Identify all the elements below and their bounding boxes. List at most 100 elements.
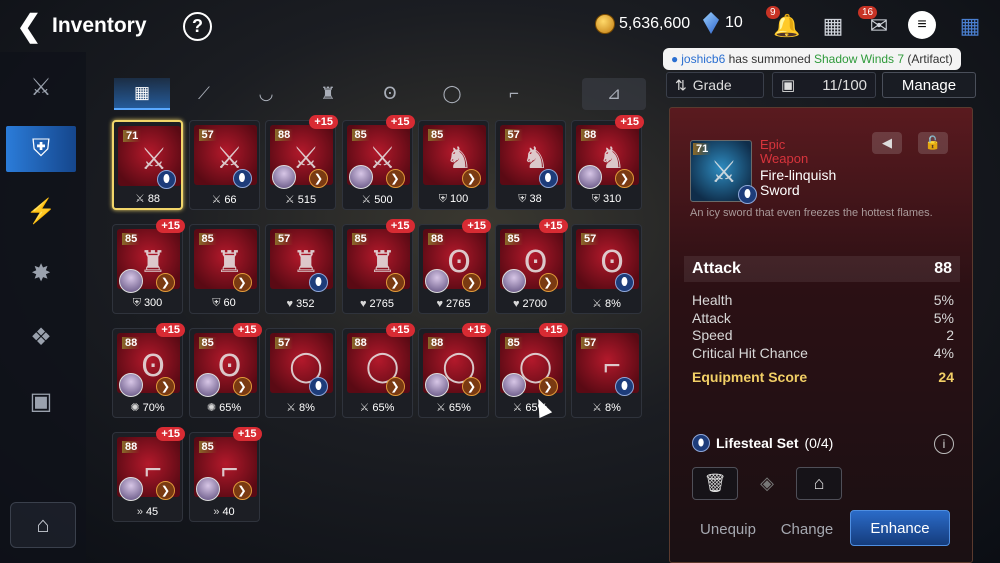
tab-helmet[interactable]: ◡ <box>238 78 294 110</box>
equipment-item[interactable]: ⚔ 57 ⬮ ⚔ 66 <box>188 120 260 210</box>
menu-grid-icon[interactable]: ▦ <box>955 11 985 41</box>
notification-icon[interactable]: 🔔 9 <box>766 6 802 41</box>
share-button[interactable]: ◀ <box>872 132 902 154</box>
tab-boots[interactable]: ⌐ <box>486 78 542 110</box>
mail-icon[interactable]: ✉ 16 <box>858 6 894 41</box>
equipment-grid: ⚔ 71 ⬮ ⚔ 88 ⚔ 57 ⬮ ⚔ 66 ⚔ 88 ❯ +15 ⚔ 515 ⚔ 85 ❯ +15 ⚔ 500 ♞ 85 ❯… <box>110 115 655 528</box>
chat-icon[interactable]: ≡ <box>908 11 936 39</box>
artifact-icon: ⚡ <box>26 197 56 225</box>
item-icon: ⚔ 57 ⬮ <box>193 125 257 188</box>
substat-label: Health <box>692 292 733 308</box>
sidebar-material[interactable]: ❖ <box>6 314 76 360</box>
set-icon: ❯ <box>309 169 328 188</box>
substat-value: 5% <box>933 292 954 308</box>
equipment-item[interactable]: ♞ 57 ⬮ ⛨ 38 <box>494 120 566 210</box>
sidebar-artifact[interactable]: ⚡ <box>6 188 76 234</box>
equipment-item[interactable]: ♞ 85 ❯ ⛨ 100 <box>418 120 489 210</box>
shop-icon[interactable]: ▦ <box>818 11 848 41</box>
substat-row: Critical Hit Chance 4% <box>692 345 954 363</box>
storage-icon: ⌂ <box>36 512 50 537</box>
stat-value: 300 <box>143 297 163 309</box>
set-icon: ❯ <box>156 377 175 396</box>
equipment-item[interactable]: ♜ 57 ⬮ ♥ 352 <box>265 224 336 314</box>
storage-button[interactable]: ⌂ <box>10 502 76 548</box>
gem-counter[interactable]: 10 <box>703 12 743 34</box>
grade-sort-button[interactable]: ⇅ Grade <box>666 72 764 98</box>
set-icon: ❯ <box>462 169 481 188</box>
stat-type-icon: ♥ <box>286 298 294 310</box>
back-arrow-icon[interactable]: ❮ <box>14 10 44 43</box>
equipment-item[interactable]: ◯ 57 ⬮ ⚔ 8% <box>265 328 336 418</box>
equipment-item[interactable]: ⌐ 57 ⬮ ⚔ 8% <box>571 328 642 418</box>
manage-button[interactable]: Manage <box>882 72 976 98</box>
enhance-button[interactable]: Enhance <box>850 510 950 546</box>
tab-weapon[interactable]: ⟋ <box>176 78 232 110</box>
tab-ring[interactable]: ◯ <box>424 78 480 110</box>
tab-all[interactable]: ▦ <box>114 78 170 110</box>
equipment-item[interactable]: ◯ 85 ❯ +15 ⚔ 65% <box>494 323 568 418</box>
detail-item-icon: 71 ⚔ ⬮ <box>690 140 757 204</box>
sell-button[interactable]: 🗑 <box>692 467 738 500</box>
equipment-item[interactable]: Ꙩ 85 ❯ +15 ♥ 2700 <box>494 219 568 314</box>
crystal-icon <box>703 12 719 34</box>
stat-type-icon: ⚔ <box>359 402 370 414</box>
equipment-item[interactable]: ⚔ 85 ❯ +15 ⚔ 500 <box>341 115 415 210</box>
unequip-button[interactable]: Unequip <box>692 512 764 546</box>
change-button[interactable]: Change <box>772 512 842 546</box>
stat-value: 40 <box>222 506 235 518</box>
stat-value: 8% <box>298 402 315 414</box>
lock-button[interactable]: 🔓 <box>918 132 948 154</box>
equipment-item[interactable]: ⌐ 88 ❯ +15» 45 <box>112 427 185 522</box>
equipment-item[interactable]: ♜ 85 ❯ ⛨ 60 <box>188 224 260 314</box>
weapon-icon: ⟋ <box>198 84 210 103</box>
set-icon: ❯ <box>232 377 252 396</box>
sidebar-hero[interactable]: ⚔ <box>6 64 76 110</box>
equipment-item[interactable]: ⌐ 85 ❯ +15» 40 <box>188 427 262 522</box>
item-main-stat: ⛨ 100 <box>419 193 488 206</box>
equipment-item[interactable]: Ꙩ 57 ⬮ ⚔ 8% <box>571 224 642 314</box>
item-icon: ◯ 85 ❯ <box>499 333 563 397</box>
info-icon[interactable]: i <box>934 434 954 454</box>
set-icon: ❯ <box>462 377 481 396</box>
equipment-item[interactable]: Ꙩ 88 ❯ +15 ✺ 70% <box>112 323 185 418</box>
storage-move-button[interactable]: ⌂ <box>796 467 842 500</box>
stat-value: 2765 <box>446 298 471 310</box>
stat-type-icon: ⚔ <box>286 402 296 414</box>
item-icon: ◯ 57 ⬮ <box>270 333 333 396</box>
item-main-stat: ⚔ 88 <box>114 192 181 205</box>
tab-armor[interactable]: ♜ <box>300 78 356 110</box>
mail-badge: 16 <box>858 6 878 19</box>
inventory-capacity[interactable]: ▣ 11/100 <box>772 72 876 98</box>
sidebar-equipment[interactable]: ⛨ <box>6 126 76 172</box>
help-button[interactable]: ? <box>183 12 212 41</box>
tab-necklace[interactable]: Ꙩ <box>362 78 418 110</box>
item-main-stat: ⚔ 8% <box>266 401 335 414</box>
sidebar-catalyst[interactable]: ✸ <box>6 250 76 296</box>
stat-type-icon: ✺ <box>130 402 140 414</box>
item-main-stat: ⛨ 300 <box>113 297 182 310</box>
item-icon: ⌐ 88 ❯ <box>117 437 180 501</box>
equipment-item[interactable]: ⚔ 88 ❯ +15 ⚔ 515 <box>265 115 338 210</box>
sidebar-chest[interactable]: ▣ <box>6 378 76 424</box>
tab-filter[interactable]: ⊿ <box>582 78 646 110</box>
equipment-item[interactable]: Ꙩ 88 ❯ +15 ♥ 2765 <box>418 219 491 314</box>
equipment-item[interactable]: ♞ 88 ❯ +15 ⛨ 310 <box>571 115 644 210</box>
equipment-item[interactable]: ◯ 88 ❯ +15 ⚔ 65% <box>418 323 491 418</box>
equipment-item[interactable]: ⚔ 71 ⬮ ⚔ 88 <box>112 120 183 210</box>
toast-suffix: (Artifact) <box>904 52 953 66</box>
item-name-line2: Sword <box>760 182 800 198</box>
item-icon: ♞ 57 ⬮ <box>499 125 563 188</box>
stat-type-icon: ⛨ <box>132 297 141 309</box>
extract-button[interactable]: ◈ <box>744 467 790 500</box>
equipment-item[interactable]: ◯ 88 ❯ +15 ⚔ 65% <box>341 323 415 418</box>
item-level: 88 <box>122 441 141 453</box>
equipment-item[interactable]: ♜ 85 ❯ +15 ♥ 2765 <box>341 219 415 314</box>
stat-type-icon: ✺ <box>206 402 217 414</box>
equipment-item[interactable]: ♜ 85 ❯ +15 ⛨ 300 <box>112 219 185 314</box>
hero-avatar <box>501 373 526 397</box>
equipment-item[interactable]: Ꙩ 85 ❯ +15 ✺ 65% <box>188 323 262 418</box>
stat-value: 2765 <box>369 298 394 310</box>
stat-type-icon: ♥ <box>359 298 367 310</box>
trash-icon: 🗑 <box>703 473 727 493</box>
item-main-stat: ⛨ 60 <box>190 297 259 310</box>
